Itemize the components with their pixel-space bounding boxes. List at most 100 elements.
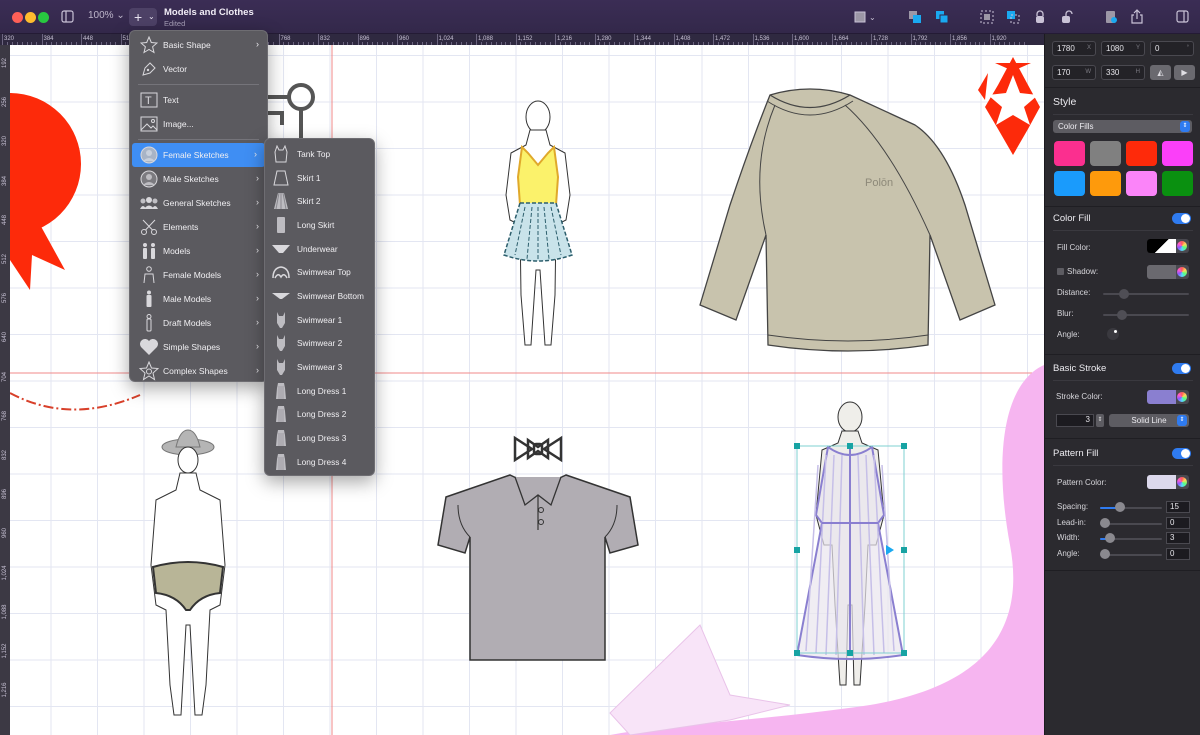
submenu-item-swimwear-1[interactable]: Swimwear 1	[265, 308, 374, 332]
blur-slider-knob[interactable]	[1117, 310, 1127, 320]
fullscreen-window-button[interactable]	[38, 12, 49, 23]
pattern-color-well[interactable]	[1147, 475, 1189, 489]
color-wheel-icon[interactable]	[1177, 392, 1187, 402]
color-swatch[interactable]	[1126, 171, 1157, 196]
submenu-item-skirt-1[interactable]: Skirt 1	[265, 166, 374, 190]
fill-color-well[interactable]	[1147, 239, 1189, 253]
menu-item-label: Text	[163, 95, 179, 105]
leadin-slider-knob[interactable]	[1100, 518, 1110, 528]
lock-icon[interactable]	[1035, 10, 1045, 27]
tshirt-garment[interactable]	[437, 474, 639, 661]
flip-vertical-button[interactable]: ▶	[1174, 65, 1195, 80]
menu-item-vector[interactable]: Vector	[130, 57, 267, 81]
dashed-arc-shape[interactable]	[10, 392, 141, 411]
distance-slider[interactable]	[1103, 293, 1189, 295]
flip-horizontal-button[interactable]: ◭	[1150, 65, 1171, 80]
submenu-item-swimwear-bottom[interactable]: Swimwear Bottom	[265, 284, 374, 308]
spacing-slider-knob[interactable]	[1115, 502, 1125, 512]
menu-item-female-models[interactable]: Female Models ›	[130, 263, 267, 287]
pattern-width-field[interactable]: 3	[1166, 532, 1190, 544]
submenu-item-long-dress-3[interactable]: Long Dress 3	[265, 426, 374, 450]
submenu-item-tank-top[interactable]: Tank Top	[265, 142, 374, 166]
arrange-icon[interactable]: ⌄	[854, 10, 876, 27]
stroke-width-stepper[interactable]: ⇕	[1096, 414, 1104, 427]
shadow-checkbox[interactable]	[1057, 268, 1064, 275]
basic-stroke-toggle[interactable]	[1172, 363, 1191, 374]
color-swatch[interactable]	[1126, 141, 1157, 166]
leadin-field[interactable]: 0	[1166, 517, 1190, 529]
height-field[interactable]: 330 H	[1101, 65, 1145, 80]
add-element-button[interactable]: + ⌄	[129, 8, 157, 26]
menu-item-text[interactable]: T Text	[130, 88, 267, 112]
submenu-item-underwear[interactable]: Underwear	[265, 237, 374, 261]
submenu-item-swimwear-top[interactable]: Swimwear Top	[265, 260, 374, 284]
zoom-dropdown[interactable]: 100% ⌄	[88, 10, 125, 21]
menu-item-general-sketches[interactable]: General Sketches ›	[130, 191, 267, 215]
blur-slider[interactable]	[1103, 314, 1189, 316]
submenu-item-long-skirt[interactable]: Long Skirt	[265, 213, 374, 237]
bring-forward-icon[interactable]	[908, 10, 922, 27]
sweater-garment[interactable]: Polōn	[699, 88, 996, 352]
submenu-item-swimwear-2[interactable]: Swimwear 2	[265, 332, 374, 356]
position-y-value: 1080	[1106, 44, 1124, 53]
male-model-figure[interactable]	[150, 429, 226, 716]
rotation-field[interactable]: 0 °	[1150, 41, 1194, 56]
unlock-icon[interactable]	[1061, 10, 1073, 27]
color-swatch[interactable]	[1090, 171, 1121, 196]
color-swatch[interactable]	[1054, 141, 1085, 166]
inspector-toggle-icon[interactable]	[1176, 10, 1189, 26]
color-swatch[interactable]	[1054, 171, 1085, 196]
menu-item-elements[interactable]: Elements ›	[130, 215, 267, 239]
complex-star-shape[interactable]	[978, 57, 1040, 155]
distance-slider-knob[interactable]	[1119, 289, 1129, 299]
color-wheel-icon[interactable]	[1177, 477, 1187, 487]
width-field[interactable]: 170 W	[1052, 65, 1096, 80]
position-x-field[interactable]: 1780 X	[1052, 41, 1096, 56]
menu-item-simple-shapes[interactable]: Simple Shapes ›	[130, 335, 267, 359]
menu-item-male-models[interactable]: Male Models ›	[130, 287, 267, 311]
sidebar-toggle-icon[interactable]	[61, 10, 74, 26]
submenu-item-skirt-2[interactable]: Skirt 2	[265, 189, 374, 213]
bring-to-front-icon[interactable]	[935, 10, 949, 27]
color-swatch[interactable]	[1162, 141, 1193, 166]
color-swatch[interactable]	[1090, 141, 1121, 166]
submenu-item-long-dress-1[interactable]: Long Dress 1	[265, 379, 374, 403]
vertical-ruler[interactable]: 192 256 320 384 448 512 576 640 704 768 832 896 960 1…	[0, 45, 10, 735]
close-window-button[interactable]	[12, 12, 23, 23]
shadow-color-well[interactable]	[1147, 265, 1189, 279]
share-icon[interactable]	[1131, 9, 1143, 27]
hanger-element-shape[interactable]	[265, 83, 315, 140]
menu-item-models[interactable]: Models ›	[130, 239, 267, 263]
color-fill-toggle[interactable]	[1172, 213, 1191, 224]
line-style-select[interactable]: Solid Line ⇕	[1109, 414, 1189, 427]
stroke-width-field[interactable]: 3	[1056, 414, 1094, 427]
pattern-angle-field[interactable]: 0	[1166, 548, 1190, 560]
spacing-field[interactable]: 15	[1166, 501, 1190, 513]
pattern-fill-toggle[interactable]	[1172, 448, 1191, 459]
bow-tie-element[interactable]	[513, 435, 563, 463]
color-wheel-icon[interactable]	[1177, 267, 1187, 277]
menu-item-female-sketches[interactable]: Female Sketches ›	[132, 143, 265, 167]
menu-item-complex-shapes[interactable]: Complex Shapes ›	[130, 359, 267, 383]
menu-item-image[interactable]: Image...	[130, 112, 267, 136]
color-swatch[interactable]	[1162, 171, 1193, 196]
stroke-color-well[interactable]	[1147, 390, 1189, 404]
pattern-angle-slider-knob[interactable]	[1100, 549, 1110, 559]
color-wheel-icon[interactable]	[1177, 241, 1187, 251]
menu-item-basic-shape[interactable]: Basic Shape ›	[130, 33, 267, 57]
style-preset-select[interactable]: Color Fills ⇕	[1053, 120, 1192, 133]
ribbon-shape[interactable]	[10, 93, 81, 290]
submenu-item-long-dress-4[interactable]: Long Dress 4	[265, 450, 374, 474]
ungroup-icon[interactable]	[1006, 10, 1020, 27]
export-image-icon[interactable]	[1105, 10, 1117, 27]
minimize-window-button[interactable]	[25, 12, 36, 23]
pattern-width-slider-knob[interactable]	[1105, 533, 1115, 543]
menu-item-male-sketches[interactable]: Male Sketches ›	[130, 167, 267, 191]
menu-item-draft-models[interactable]: Draft Models ›	[130, 311, 267, 335]
female-model-figure[interactable]	[503, 100, 573, 346]
submenu-item-long-dress-2[interactable]: Long Dress 2	[265, 403, 374, 427]
shadow-angle-dial[interactable]	[1107, 328, 1119, 340]
position-y-field[interactable]: 1080 Y	[1101, 41, 1145, 56]
group-icon[interactable]	[980, 10, 994, 27]
submenu-item-swimwear-3[interactable]: Swimwear 3	[265, 355, 374, 379]
